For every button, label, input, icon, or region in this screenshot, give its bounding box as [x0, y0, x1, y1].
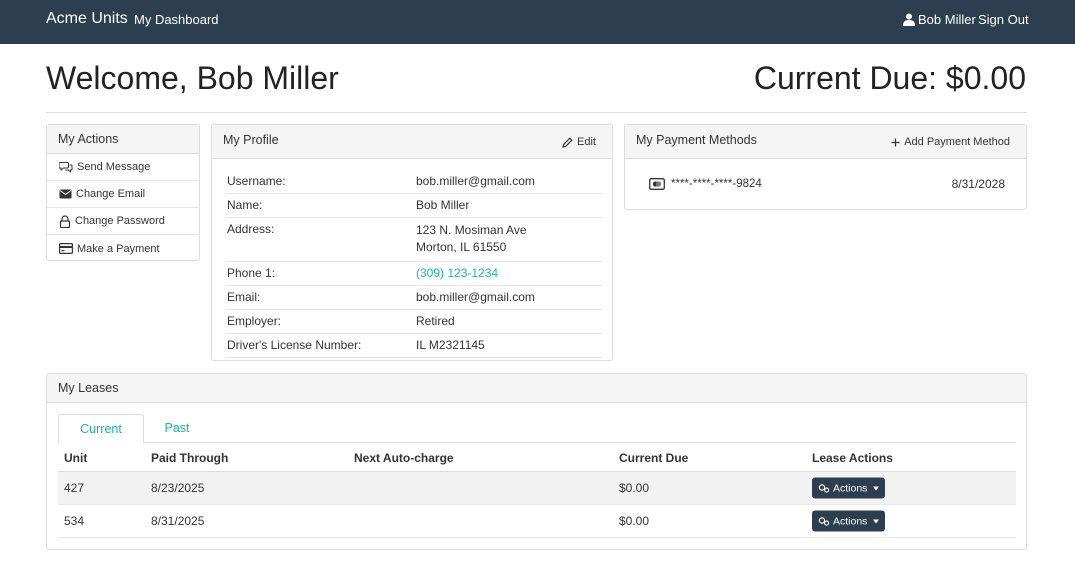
- cogs-icon: [818, 483, 830, 493]
- column-header: Unit: [64, 450, 88, 465]
- pencil-icon: [562, 136, 573, 148]
- profile-row-address: Address: 123 N. Mosiman Ave Morton, IL 6…: [225, 218, 602, 262]
- page-title: Welcome, Bob Miller: [46, 60, 339, 96]
- profile-value: IL M2321145: [416, 338, 485, 352]
- column-header: Paid Through: [151, 450, 229, 465]
- profile-row-license: Driver's License Number: IL M2321145: [225, 334, 602, 358]
- payment-methods-card: My Payment Methods Add Payment Method **…: [624, 124, 1027, 210]
- plus-icon: [891, 138, 900, 146]
- phone-link[interactable]: (309) 123-1234: [416, 266, 498, 280]
- divider: [46, 112, 1027, 113]
- table-row: 427 8/23/2025 $0.00 Actions: [58, 472, 1016, 505]
- tab-past[interactable]: Past: [144, 414, 210, 443]
- envelope-icon: [59, 189, 72, 199]
- profile-label: Name:: [227, 198, 263, 212]
- profile-row-name: Name: Bob Miller: [225, 194, 602, 218]
- profile-details: Username: bob.miller@gmail.com Name: Bob…: [225, 170, 602, 358]
- unit-cell: 427: [64, 481, 85, 495]
- credit-card-icon: [59, 243, 73, 254]
- nav-dashboard-link[interactable]: My Dashboard: [134, 12, 219, 27]
- actions-label: Actions: [833, 515, 868, 527]
- profile-label: Driver's License Number:: [227, 338, 362, 352]
- profile-row-employer: Employer: Retired: [225, 310, 602, 334]
- sign-out-link[interactable]: Sign Out: [978, 12, 1029, 27]
- table-row: 534 8/31/2025 $0.00 Actions: [58, 505, 1016, 538]
- profile-value: bob.miller@gmail.com: [416, 174, 535, 188]
- user-menu-link[interactable]: Bob Miller: [903, 12, 976, 27]
- my-leases-title: My Leases: [47, 374, 1026, 403]
- profile-value: Retired: [416, 314, 455, 328]
- paid-through-cell: 8/23/2025: [151, 481, 205, 495]
- user-name: Bob Miller: [918, 12, 976, 27]
- profile-row-email: Email: bob.miller@gmail.com: [225, 286, 602, 310]
- change-email-action[interactable]: Change Email: [47, 181, 199, 208]
- edit-label: Edit: [577, 135, 596, 148]
- change-password-label: Change Password: [75, 215, 165, 227]
- unit-cell: 534: [64, 514, 85, 528]
- edit-profile-button[interactable]: Edit: [562, 125, 596, 159]
- profile-value: bob.miller@gmail.com: [416, 290, 535, 304]
- current-due-cell: $0.00: [619, 481, 650, 495]
- add-payment-method-label: Add Payment Method: [904, 135, 1010, 148]
- comments-icon: [59, 162, 73, 173]
- payment-method-row[interactable]: ****-****-****-9824 8/31/2028: [649, 177, 1005, 191]
- lease-actions-button[interactable]: Actions: [812, 477, 886, 499]
- column-header: Lease Actions: [812, 450, 893, 465]
- send-message-action[interactable]: Send Message: [47, 154, 199, 181]
- profile-label: Employer:: [227, 314, 282, 328]
- tab-current[interactable]: Current: [58, 414, 144, 443]
- profile-label: Email:: [227, 290, 261, 304]
- card-number: ****-****-****-9824: [671, 178, 762, 190]
- column-header: Current Due: [619, 450, 689, 465]
- address-line-1: 123 N. Mosiman Ave: [416, 223, 527, 237]
- payment-methods-title: My Payment Methods: [636, 133, 757, 147]
- send-message-label: Send Message: [77, 161, 151, 173]
- current-due-total: Current Due: $0.00: [753, 60, 1026, 96]
- lease-tabs: Current Past: [58, 414, 1016, 443]
- my-leases-card: My Leases Current Past Unit Paid Through…: [46, 373, 1027, 550]
- profile-label: Phone 1:: [227, 266, 276, 280]
- user-icon: [903, 13, 915, 26]
- profile-label: Username:: [227, 174, 286, 188]
- address-line-2: Morton, IL 61550: [416, 240, 507, 254]
- brand-link[interactable]: Acme Units: [46, 10, 128, 28]
- navbar: Acme Units My Dashboard Bob Miller Sign …: [0, 0, 1075, 44]
- my-profile-title: My Profile: [223, 133, 279, 147]
- add-payment-method-button[interactable]: Add Payment Method: [891, 125, 1010, 159]
- profile-label: Address:: [227, 222, 275, 236]
- actions-label: Actions: [833, 482, 868, 494]
- my-profile-header: My Profile Edit: [212, 125, 612, 159]
- make-payment-label: Make a Payment: [77, 242, 160, 255]
- lock-icon: [59, 214, 71, 228]
- change-password-action[interactable]: Change Password: [47, 208, 199, 235]
- caret-down-icon: [873, 486, 880, 490]
- my-profile-card: My Profile Edit Username: bob.miller@gma…: [211, 124, 613, 361]
- table-header-row: Unit Paid Through Next Auto-charge Curre…: [58, 444, 1016, 472]
- profile-row-phone: Phone 1: (309) 123-1234: [225, 262, 602, 286]
- lease-actions-button[interactable]: Actions: [812, 510, 886, 532]
- make-payment-action[interactable]: Make a Payment: [47, 235, 199, 262]
- leases-table: Unit Paid Through Next Auto-charge Curre…: [58, 444, 1016, 538]
- change-email-label: Change Email: [76, 188, 146, 200]
- profile-row-username: Username: bob.miller@gmail.com: [225, 170, 602, 194]
- column-header: Next Auto-charge: [354, 450, 454, 465]
- paid-through-cell: 8/31/2025: [151, 514, 205, 528]
- current-due-cell: $0.00: [619, 514, 650, 528]
- cogs-icon: [818, 516, 830, 526]
- profile-value: Bob Miller: [416, 198, 470, 212]
- payment-methods-header: My Payment Methods Add Payment Method: [625, 125, 1026, 159]
- my-actions-title: My Actions: [47, 125, 199, 154]
- caret-down-icon: [873, 519, 880, 523]
- card-icon: [649, 178, 665, 190]
- profile-value: 123 N. Mosiman Ave Morton, IL 61550: [416, 222, 527, 256]
- card-expiry: 8/31/2028: [951, 177, 1005, 191]
- my-actions-card: My Actions Send Message Change Email Cha…: [46, 124, 200, 261]
